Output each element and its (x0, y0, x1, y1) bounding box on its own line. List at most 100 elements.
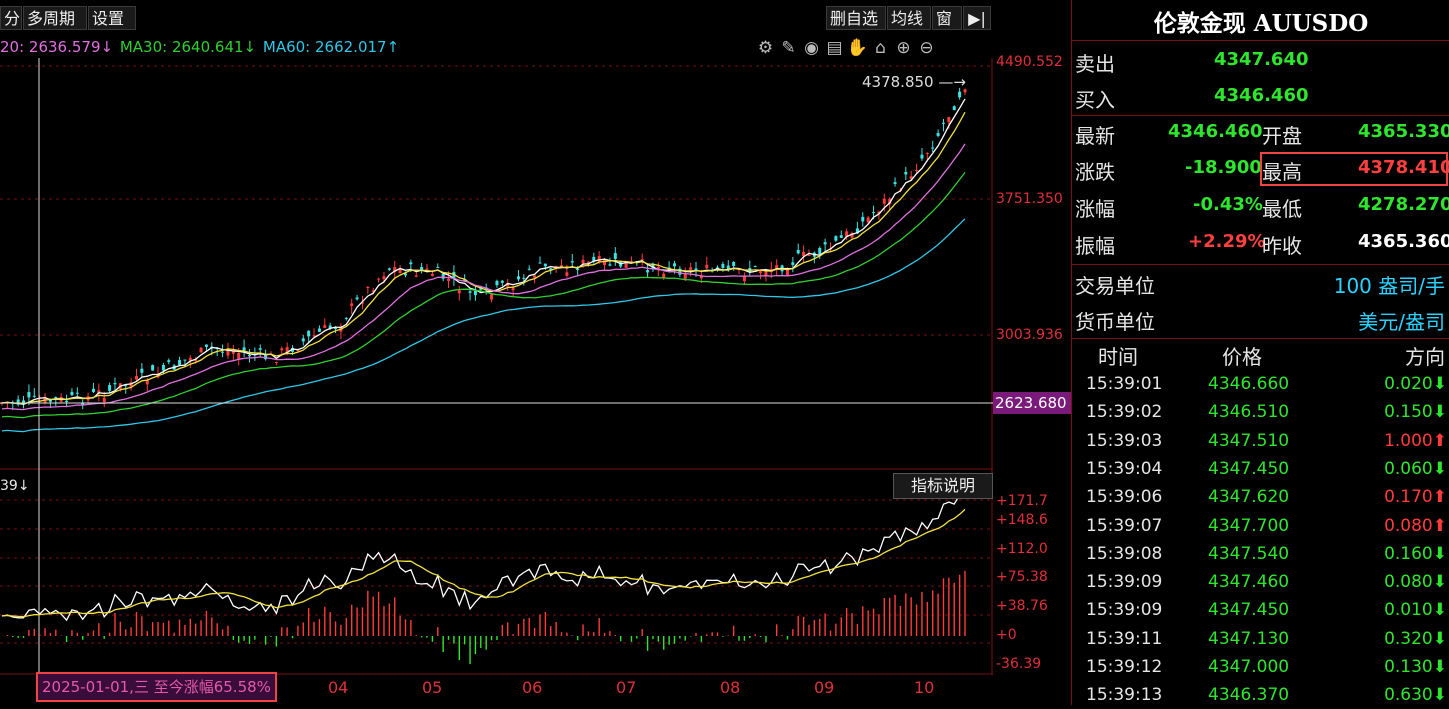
candle-body (495, 280, 499, 286)
candle-body (301, 338, 305, 342)
candle-body (161, 364, 165, 371)
candle-body (167, 360, 171, 362)
minute-button[interactable]: 分 (0, 6, 22, 30)
candle-body (355, 297, 359, 300)
trade-price: 4347.620 (1208, 487, 1290, 508)
open-label: 开盘 (1262, 124, 1302, 148)
candlestick-chart[interactable] (0, 58, 993, 470)
zoom-in-icon[interactable]: ⊕ (892, 38, 915, 58)
trade-direction: 0.130⬇ (1384, 657, 1447, 677)
lock-icon[interactable]: ⌂ (869, 38, 892, 58)
candle-body (925, 153, 929, 155)
trade-direction: 0.020⬇ (1384, 374, 1447, 394)
settings-button[interactable]: 设置 (88, 6, 136, 30)
candle-body (818, 248, 822, 254)
candle-body (32, 395, 36, 397)
trade-direction: 0.080⬇ (1384, 572, 1447, 593)
candle-body (377, 278, 381, 280)
candle-body (565, 272, 569, 276)
trade-price: 4347.450 (1208, 458, 1290, 479)
candle-body (721, 263, 725, 268)
candle-body (75, 392, 79, 394)
trade-row: 15:39:03 4347.510 1.000⬆ (1072, 427, 1449, 455)
prev-close-price: 4365.360 (1358, 231, 1449, 252)
candle-body (791, 262, 795, 265)
indicator-axis-label: +38.76 (996, 598, 1048, 614)
indicator-axis-label: -36.39 (996, 656, 1042, 672)
candle-body (576, 268, 580, 270)
peak-price-label: 4378.850 —→ (862, 73, 966, 91)
panel-collapse-icon[interactable]: ▶| (963, 6, 991, 30)
macd-chart[interactable] (0, 470, 993, 675)
candle-body (457, 290, 461, 294)
sell-label: 卖出 (1075, 52, 1115, 76)
settings-icon[interactable]: ⚙ (754, 38, 777, 58)
pct-label: 涨幅 (1075, 197, 1115, 221)
candle-body (759, 271, 763, 274)
indicator-axis-label: +148.6 (996, 512, 1048, 528)
trade-time: 15:39:06 (1086, 487, 1163, 508)
arrow-down-icon: ⬇ (1432, 600, 1447, 621)
remove-favorite-button[interactable]: 删自选 (826, 6, 886, 30)
trade-row: 15:39:06 4347.620 0.170⬆ (1072, 483, 1449, 511)
candle-body (522, 277, 526, 279)
candle-body (382, 276, 386, 280)
trade-row: 15:39:08 4347.540 0.160⬇ (1072, 540, 1449, 568)
zoom-out-icon[interactable]: ⊖ (915, 38, 938, 58)
trade-direction: 1.000⬆ (1384, 430, 1447, 451)
arrow-down-icon: ⬇ (1432, 458, 1447, 479)
calculator-icon[interactable]: ▤ (823, 38, 846, 58)
month-label: 09 (814, 678, 835, 697)
candle-body (436, 267, 440, 269)
arrow-up-icon: ⬆ (1432, 515, 1447, 536)
trade-direction: 0.630⬇ (1384, 685, 1447, 706)
trade-price: 4346.660 (1208, 374, 1290, 394)
candle-body (705, 264, 709, 269)
ma20-line (1, 143, 966, 411)
trade-price: 4347.000 (1208, 657, 1290, 677)
candle-body (834, 236, 838, 241)
candle-body (183, 359, 187, 361)
trade-row: 15:39:09 4347.460 0.080⬇ (1072, 568, 1449, 596)
trade-row: 15:39:07 4347.700 0.080⬆ (1072, 512, 1449, 540)
col-price-header: 价格 (1222, 345, 1262, 369)
candle-body (468, 291, 472, 293)
arrow-down-icon: ⬇ (1432, 572, 1447, 593)
candle-body (70, 391, 74, 396)
candle-body (108, 385, 112, 391)
pen-icon[interactable]: ✎ (777, 38, 800, 58)
candle-body (91, 388, 95, 392)
hand-icon[interactable]: ✋ (846, 38, 869, 58)
trade-direction: 0.060⬇ (1384, 458, 1447, 479)
candle-body (920, 154, 924, 159)
trade-row: 15:39:09 4347.450 0.010⬇ (1072, 596, 1449, 624)
multi-period-button[interactable]: 多周期 (23, 6, 87, 30)
candle-body (861, 216, 865, 222)
candle-body (947, 116, 951, 123)
dea-line (1, 508, 966, 618)
month-label: 06 (522, 678, 543, 697)
buy-price: 4346.460 (1214, 85, 1309, 106)
candle-body (915, 170, 919, 172)
indicator-axis-label: +0 (996, 627, 1017, 643)
candle-body (511, 288, 515, 291)
open-price: 4365.330 (1358, 121, 1449, 142)
month-label: 05 (422, 678, 443, 697)
candle-body (140, 368, 144, 373)
candle-body (344, 317, 348, 319)
ma-button[interactable]: 均线 (887, 6, 931, 30)
candle-body (425, 268, 429, 270)
arrow-down-icon: ⬇ (1432, 657, 1447, 677)
candle-body (490, 294, 494, 300)
pct-value: -0.43% (1193, 194, 1263, 215)
amp-label: 振幅 (1075, 234, 1115, 258)
candle-body (753, 266, 757, 268)
candle-body (683, 273, 687, 280)
indicator-help-button[interactable]: 指标说明 (893, 473, 993, 499)
candle-body (527, 268, 531, 270)
candle-body (872, 212, 876, 214)
trade-direction: 0.320⬇ (1384, 628, 1447, 649)
eye-icon[interactable]: ◉ (800, 38, 823, 58)
ma20-value: 20: 2636.579↓ (0, 38, 114, 56)
window-button[interactable]: 窗 (932, 6, 962, 30)
